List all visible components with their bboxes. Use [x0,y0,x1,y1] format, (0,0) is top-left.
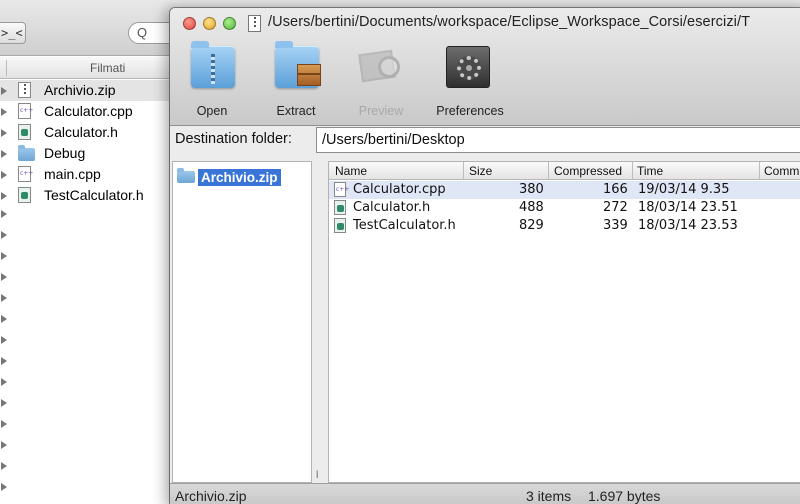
zip-folder-icon [191,41,235,88]
finder-item-label: TestCalculator.h [44,187,144,203]
desktop-root: >_< Q Filmati Archivio.zip Calculator.cp… [0,0,800,504]
finder-item-testcalculator-h[interactable]: TestCalculator.h [0,185,170,206]
finder-item-label: Debug [44,145,86,161]
archive-tree-pane: Archivio.zip [172,161,312,483]
disclosure-triangle-icon[interactable] [0,210,8,218]
extract-button[interactable]: Extract [256,41,336,124]
disclosure-triangle-icon[interactable] [0,483,8,491]
table-header: Name Size Compressed Time Comm [329,162,800,180]
finder-item-debug[interactable]: Debug [0,143,170,164]
extract-label: Extract [276,104,316,118]
status-total-size: 1.697 bytes [588,488,661,504]
header-file-icon [334,218,346,233]
minimize-window-button[interactable] [203,17,216,30]
column-separator[interactable] [463,162,464,180]
header-file-icon [334,200,346,215]
archive-window: /Users/bertini/Documents/workspace/Eclip… [170,8,800,504]
tree-item-label: Archivio.zip [198,168,281,186]
finder-item-label: Calculator.cpp [44,103,133,119]
cell-size: 380 [519,182,544,197]
table-row[interactable]: Calculator.h 488 272 18/03/14 23.51 [329,199,800,217]
disclosure-triangle-icon[interactable] [0,357,8,365]
table-row[interactable]: TestCalculator.h 829 339 18/03/14 23.53 [329,217,800,235]
folder-icon [18,145,35,162]
header-file-icon [18,187,34,204]
search-icon: Q [137,25,148,40]
cell-time: 18/03/14 23.51 [638,200,738,215]
disclosure-triangle-icon[interactable] [0,399,8,407]
finder-item-label: main.cpp [44,166,101,182]
tree-item-archive[interactable]: Archivio.zip [177,168,281,186]
window-title: /Users/bertini/Documents/workspace/Eclip… [268,14,751,30]
column-header-compressed[interactable]: Compressed [554,164,622,178]
cell-size: 488 [519,200,544,215]
gear-icon [446,46,490,88]
column-header-comment[interactable]: Comm [764,164,799,178]
cell-name: TestCalculator.h [353,218,456,233]
disclosure-triangle-icon[interactable] [0,273,8,281]
column-separator[interactable] [632,162,633,180]
cell-size: 829 [519,218,544,233]
disclosure-triangle-icon[interactable] [0,336,8,344]
preferences-label: Preferences [436,104,504,118]
column-header-name[interactable]: Name [335,164,367,178]
preview-label: Preview [358,104,404,118]
column-header-time[interactable]: Time [637,164,663,178]
destination-folder-field[interactable]: /Users/bertini/Desktop [316,127,800,153]
cell-time: 19/03/14 9.35 [638,182,730,197]
preferences-button[interactable]: Preferences [426,42,514,124]
arrange-button[interactable]: >_< [0,22,26,44]
zip-file-icon [18,82,34,99]
finder-item-calculator-h[interactable]: Calculator.h [0,122,170,143]
column-separator[interactable] [759,162,760,180]
cell-name: Calculator.cpp [353,182,446,197]
header-file-icon [18,124,34,141]
open-button[interactable]: Open [172,41,252,124]
destination-folder-label: Destination folder: [175,131,292,147]
finder-item-label: Archivio.zip [44,82,116,98]
preview-button[interactable]: Preview [341,42,421,124]
finder-item-archivio-zip[interactable]: Archivio.zip [0,80,170,101]
finder-column-title: Filmati [90,61,126,75]
column-separator[interactable] [548,162,549,180]
disclosure-triangle-icon[interactable] [0,294,8,302]
zoom-window-button[interactable] [223,17,236,30]
disclosure-triangle-icon[interactable] [0,462,8,470]
open-label: Open [196,104,228,118]
status-item-count: 3 items [526,488,572,504]
cpp-file-icon [18,103,34,120]
cell-name: Calculator.h [353,200,431,215]
close-window-button[interactable] [183,17,196,30]
cell-compressed: 339 [603,218,628,233]
cpp-file-icon [18,166,34,183]
archive-titlebar: /Users/bertini/Documents/workspace/Eclip… [170,8,800,126]
folder-icon [177,168,195,183]
cell-compressed: 166 [603,182,628,197]
finder-item-main-cpp[interactable]: main.cpp [0,164,170,185]
disclosure-triangle-icon[interactable] [0,315,8,323]
status-bar: Archivio.zip 3 items 1.697 bytes [170,483,800,504]
cell-compressed: 272 [603,200,628,215]
cell-time: 18/03/14 23.53 [638,218,738,233]
extract-folder-icon [275,41,321,88]
finder-file-list: Archivio.zip Calculator.cpp Calculator.h… [0,80,170,206]
cpp-file-icon [334,182,349,197]
split-view-handle[interactable] [313,161,327,483]
column-separator [6,60,7,76]
preview-magnifier-icon [358,44,404,88]
disclosure-triangle-icon[interactable] [0,441,8,449]
archive-contents-table: Name Size Compressed Time Comm Calculato… [328,161,800,483]
zip-document-icon [248,15,261,32]
table-row[interactable]: Calculator.cpp 380 166 19/03/14 9.35 [329,181,800,199]
disclosure-triangle-icon[interactable] [0,378,8,386]
column-header-size[interactable]: Size [469,164,492,178]
finder-item-calculator-cpp[interactable]: Calculator.cpp [0,101,170,122]
disclosure-triangle-icon[interactable] [0,252,8,260]
disclosure-triangle-icon[interactable] [0,231,8,239]
disclosure-column [0,80,10,504]
status-archive-name: Archivio.zip [175,488,247,504]
finder-item-label: Calculator.h [44,124,118,140]
disclosure-triangle-icon[interactable] [0,420,8,428]
